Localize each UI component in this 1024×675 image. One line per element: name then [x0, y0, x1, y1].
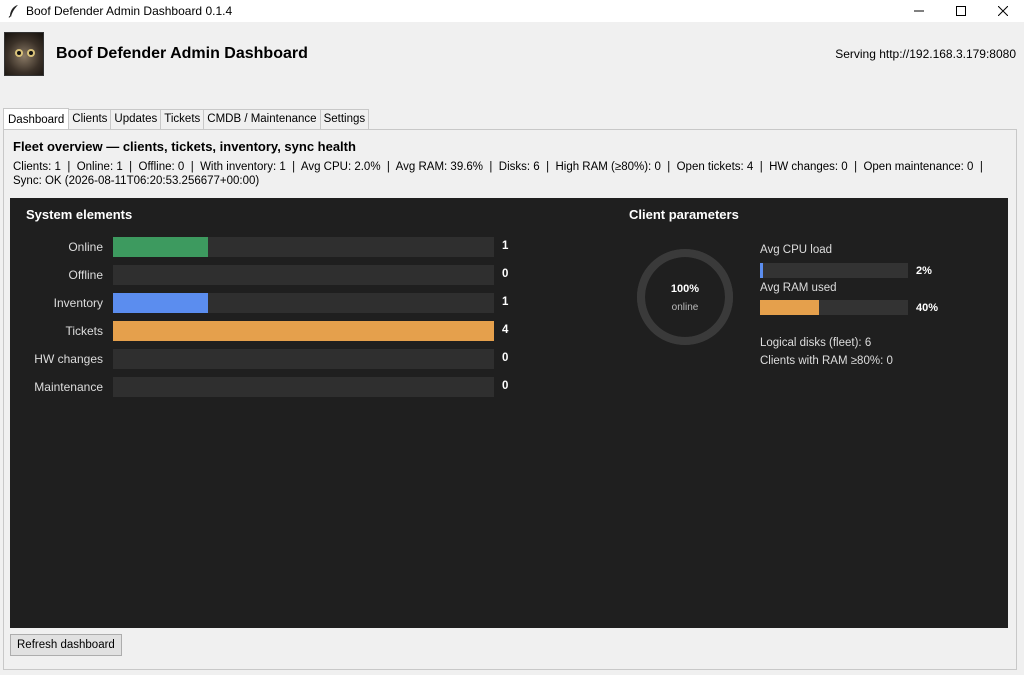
bar-fill [113, 237, 208, 257]
client-parameters-title: Client parameters [629, 207, 739, 222]
overview-title: Fleet overview — clients, tickets, inven… [13, 139, 356, 154]
ring-fill [637, 249, 733, 345]
bar-fill [113, 293, 208, 313]
cpu-label: Avg CPU load [760, 244, 833, 256]
bar-label: Online [68, 240, 103, 254]
sync-status: Sync: OK (2026-08-11T06:20:53.256677+00:… [13, 175, 260, 187]
high-ram-clients: Clients with RAM ≥80%: 0 [760, 355, 893, 367]
system-elements-title: System elements [26, 207, 133, 222]
app-header: Boof Defender Admin Dashboard Serving ht… [0, 26, 1024, 84]
bar-row-online: Online 1 [10, 237, 610, 259]
ram-value: 40% [916, 302, 939, 314]
bar-label: Inventory [53, 296, 103, 310]
tab-bar: Dashboard Clients Updates Tickets CMDB /… [3, 108, 370, 130]
bar-label: HW changes [34, 352, 103, 366]
bar-row-hw-changes: HW changes 0 [10, 349, 610, 371]
bar-track [113, 265, 494, 285]
bar-value: 0 [502, 352, 509, 364]
minimize-button[interactable] [898, 0, 940, 22]
bar-track [113, 349, 494, 369]
bar-track [113, 377, 494, 397]
tab-tickets[interactable]: Tickets [160, 109, 205, 129]
bar-value: 4 [502, 324, 509, 336]
bar-value: 1 [502, 240, 509, 252]
ring-percent: 100% [670, 283, 700, 295]
owl-logo [4, 32, 44, 76]
bar-value: 1 [502, 296, 509, 308]
maximize-button[interactable] [940, 0, 982, 22]
bar-track [113, 237, 494, 257]
bar-track [113, 321, 494, 341]
bar-value: 0 [502, 380, 509, 392]
minimize-icon [914, 10, 924, 12]
ram-track [760, 300, 908, 315]
tab-updates[interactable]: Updates [110, 109, 162, 129]
fleet-stats: Clients: 1 | Online: 1 | Offline: 0 | Wi… [13, 160, 993, 188]
tab-clients[interactable]: Clients [68, 109, 112, 129]
app-title: Boof Defender Admin Dashboard [56, 45, 308, 62]
feather-icon [6, 3, 22, 19]
bar-label: Tickets [65, 324, 103, 338]
window-titlebar: Boof Defender Admin Dashboard 0.1.4 [0, 0, 1024, 22]
ram-label: Avg RAM used [760, 282, 837, 294]
bar-value: 0 [502, 268, 509, 280]
serving-address: Serving http://192.168.3.179:8080 [835, 47, 1016, 61]
close-button[interactable] [982, 0, 1024, 22]
cpu-value: 2% [916, 265, 932, 277]
ring-subtext: online [671, 302, 699, 313]
bar-label: Offline [68, 268, 103, 282]
logical-disks: Logical disks (fleet): 6 [760, 337, 872, 349]
tab-dashboard[interactable]: Dashboard [3, 108, 70, 130]
maximize-icon [956, 6, 966, 16]
cpu-track [760, 263, 908, 278]
fleet-stats-line: Clients: 1 | Online: 1 | Offline: 0 | Wi… [13, 161, 983, 173]
bar-fill [113, 321, 494, 341]
close-icon [998, 6, 1008, 16]
ram-fill [760, 300, 819, 315]
dashboard-canvas: System elements Online 1 Offline 0 Inven… [10, 198, 1008, 628]
cpu-fill [760, 263, 763, 278]
online-ring-gauge [637, 249, 733, 345]
bar-track [113, 293, 494, 313]
bar-row-maintenance: Maintenance 0 [10, 377, 610, 399]
tab-settings[interactable]: Settings [319, 109, 370, 129]
bar-label: Maintenance [34, 380, 103, 394]
bar-row-tickets: Tickets 4 [10, 321, 610, 343]
window-title: Boof Defender Admin Dashboard 0.1.4 [26, 4, 233, 18]
refresh-dashboard-button[interactable]: Refresh dashboard [10, 634, 122, 656]
bar-row-offline: Offline 0 [10, 265, 610, 287]
tab-cmdb-maintenance[interactable]: CMDB / Maintenance [203, 109, 321, 129]
bar-row-inventory: Inventory 1 [10, 293, 610, 315]
